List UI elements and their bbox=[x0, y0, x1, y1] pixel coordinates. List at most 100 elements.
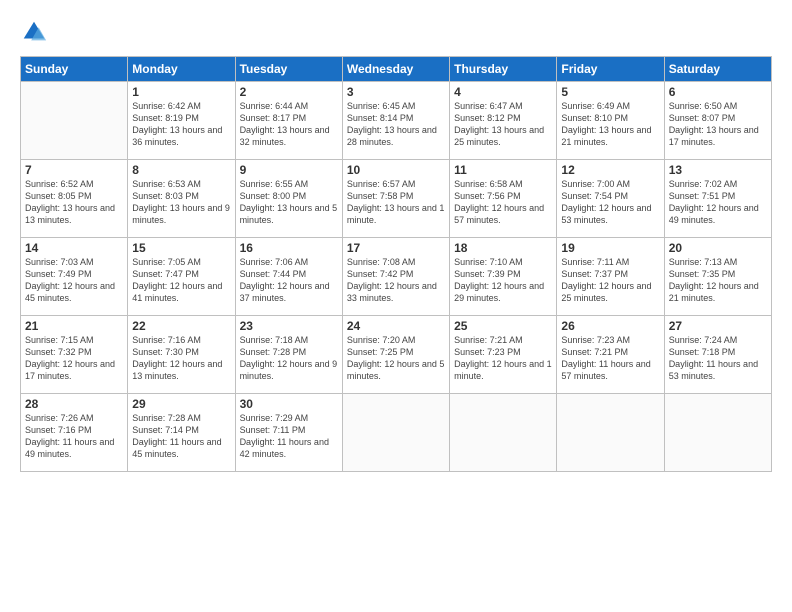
calendar-cell: 19Sunrise: 7:11 AM Sunset: 7:37 PM Dayli… bbox=[557, 238, 664, 316]
day-info: Sunrise: 7:00 AM Sunset: 7:54 PM Dayligh… bbox=[561, 178, 659, 227]
week-row-5: 28Sunrise: 7:26 AM Sunset: 7:16 PM Dayli… bbox=[21, 394, 772, 472]
calendar-cell: 16Sunrise: 7:06 AM Sunset: 7:44 PM Dayli… bbox=[235, 238, 342, 316]
day-number: 10 bbox=[347, 163, 445, 177]
day-info: Sunrise: 7:29 AM Sunset: 7:11 PM Dayligh… bbox=[240, 412, 338, 461]
day-info: Sunrise: 7:02 AM Sunset: 7:51 PM Dayligh… bbox=[669, 178, 767, 227]
day-info: Sunrise: 6:44 AM Sunset: 8:17 PM Dayligh… bbox=[240, 100, 338, 149]
day-number: 30 bbox=[240, 397, 338, 411]
day-number: 1 bbox=[132, 85, 230, 99]
calendar-cell: 14Sunrise: 7:03 AM Sunset: 7:49 PM Dayli… bbox=[21, 238, 128, 316]
week-row-2: 7Sunrise: 6:52 AM Sunset: 8:05 PM Daylig… bbox=[21, 160, 772, 238]
day-info: Sunrise: 6:57 AM Sunset: 7:58 PM Dayligh… bbox=[347, 178, 445, 227]
calendar-cell: 17Sunrise: 7:08 AM Sunset: 7:42 PM Dayli… bbox=[342, 238, 449, 316]
day-number: 19 bbox=[561, 241, 659, 255]
day-info: Sunrise: 7:21 AM Sunset: 7:23 PM Dayligh… bbox=[454, 334, 552, 383]
day-info: Sunrise: 7:03 AM Sunset: 7:49 PM Dayligh… bbox=[25, 256, 123, 305]
weekday-header-sunday: Sunday bbox=[21, 57, 128, 82]
calendar-cell: 11Sunrise: 6:58 AM Sunset: 7:56 PM Dayli… bbox=[450, 160, 557, 238]
day-number: 17 bbox=[347, 241, 445, 255]
week-row-3: 14Sunrise: 7:03 AM Sunset: 7:49 PM Dayli… bbox=[21, 238, 772, 316]
calendar-cell: 3Sunrise: 6:45 AM Sunset: 8:14 PM Daylig… bbox=[342, 82, 449, 160]
calendar-cell: 29Sunrise: 7:28 AM Sunset: 7:14 PM Dayli… bbox=[128, 394, 235, 472]
day-info: Sunrise: 7:26 AM Sunset: 7:16 PM Dayligh… bbox=[25, 412, 123, 461]
calendar-cell: 22Sunrise: 7:16 AM Sunset: 7:30 PM Dayli… bbox=[128, 316, 235, 394]
day-number: 3 bbox=[347, 85, 445, 99]
day-info: Sunrise: 6:45 AM Sunset: 8:14 PM Dayligh… bbox=[347, 100, 445, 149]
day-info: Sunrise: 6:52 AM Sunset: 8:05 PM Dayligh… bbox=[25, 178, 123, 227]
day-number: 18 bbox=[454, 241, 552, 255]
day-number: 25 bbox=[454, 319, 552, 333]
day-number: 12 bbox=[561, 163, 659, 177]
day-info: Sunrise: 7:23 AM Sunset: 7:21 PM Dayligh… bbox=[561, 334, 659, 383]
calendar-cell bbox=[557, 394, 664, 472]
calendar-cell: 15Sunrise: 7:05 AM Sunset: 7:47 PM Dayli… bbox=[128, 238, 235, 316]
calendar-cell: 26Sunrise: 7:23 AM Sunset: 7:21 PM Dayli… bbox=[557, 316, 664, 394]
calendar-cell: 21Sunrise: 7:15 AM Sunset: 7:32 PM Dayli… bbox=[21, 316, 128, 394]
day-info: Sunrise: 6:49 AM Sunset: 8:10 PM Dayligh… bbox=[561, 100, 659, 149]
calendar-cell bbox=[342, 394, 449, 472]
day-info: Sunrise: 7:24 AM Sunset: 7:18 PM Dayligh… bbox=[669, 334, 767, 383]
calendar-cell bbox=[450, 394, 557, 472]
calendar-cell: 24Sunrise: 7:20 AM Sunset: 7:25 PM Dayli… bbox=[342, 316, 449, 394]
calendar-cell: 13Sunrise: 7:02 AM Sunset: 7:51 PM Dayli… bbox=[664, 160, 771, 238]
day-number: 15 bbox=[132, 241, 230, 255]
calendar-cell: 2Sunrise: 6:44 AM Sunset: 8:17 PM Daylig… bbox=[235, 82, 342, 160]
calendar-cell: 9Sunrise: 6:55 AM Sunset: 8:00 PM Daylig… bbox=[235, 160, 342, 238]
calendar-cell: 1Sunrise: 6:42 AM Sunset: 8:19 PM Daylig… bbox=[128, 82, 235, 160]
calendar-cell: 6Sunrise: 6:50 AM Sunset: 8:07 PM Daylig… bbox=[664, 82, 771, 160]
calendar-cell: 27Sunrise: 7:24 AM Sunset: 7:18 PM Dayli… bbox=[664, 316, 771, 394]
calendar: SundayMondayTuesdayWednesdayThursdayFrid… bbox=[20, 56, 772, 472]
day-number: 23 bbox=[240, 319, 338, 333]
weekday-header-friday: Friday bbox=[557, 57, 664, 82]
day-number: 20 bbox=[669, 241, 767, 255]
day-number: 27 bbox=[669, 319, 767, 333]
day-number: 29 bbox=[132, 397, 230, 411]
day-number: 22 bbox=[132, 319, 230, 333]
day-number: 13 bbox=[669, 163, 767, 177]
page-header bbox=[20, 18, 772, 46]
day-info: Sunrise: 6:50 AM Sunset: 8:07 PM Dayligh… bbox=[669, 100, 767, 149]
day-info: Sunrise: 6:42 AM Sunset: 8:19 PM Dayligh… bbox=[132, 100, 230, 149]
day-number: 9 bbox=[240, 163, 338, 177]
day-number: 2 bbox=[240, 85, 338, 99]
calendar-cell: 7Sunrise: 6:52 AM Sunset: 8:05 PM Daylig… bbox=[21, 160, 128, 238]
weekday-header-row: SundayMondayTuesdayWednesdayThursdayFrid… bbox=[21, 57, 772, 82]
day-info: Sunrise: 7:11 AM Sunset: 7:37 PM Dayligh… bbox=[561, 256, 659, 305]
day-info: Sunrise: 7:05 AM Sunset: 7:47 PM Dayligh… bbox=[132, 256, 230, 305]
calendar-cell: 30Sunrise: 7:29 AM Sunset: 7:11 PM Dayli… bbox=[235, 394, 342, 472]
calendar-cell: 4Sunrise: 6:47 AM Sunset: 8:12 PM Daylig… bbox=[450, 82, 557, 160]
day-info: Sunrise: 6:47 AM Sunset: 8:12 PM Dayligh… bbox=[454, 100, 552, 149]
day-number: 8 bbox=[132, 163, 230, 177]
day-number: 24 bbox=[347, 319, 445, 333]
day-number: 14 bbox=[25, 241, 123, 255]
day-info: Sunrise: 7:06 AM Sunset: 7:44 PM Dayligh… bbox=[240, 256, 338, 305]
calendar-cell: 8Sunrise: 6:53 AM Sunset: 8:03 PM Daylig… bbox=[128, 160, 235, 238]
day-number: 28 bbox=[25, 397, 123, 411]
weekday-header-wednesday: Wednesday bbox=[342, 57, 449, 82]
weekday-header-saturday: Saturday bbox=[664, 57, 771, 82]
calendar-cell: 28Sunrise: 7:26 AM Sunset: 7:16 PM Dayli… bbox=[21, 394, 128, 472]
day-info: Sunrise: 7:15 AM Sunset: 7:32 PM Dayligh… bbox=[25, 334, 123, 383]
weekday-header-thursday: Thursday bbox=[450, 57, 557, 82]
day-number: 16 bbox=[240, 241, 338, 255]
day-info: Sunrise: 7:18 AM Sunset: 7:28 PM Dayligh… bbox=[240, 334, 338, 383]
day-info: Sunrise: 7:13 AM Sunset: 7:35 PM Dayligh… bbox=[669, 256, 767, 305]
day-info: Sunrise: 6:53 AM Sunset: 8:03 PM Dayligh… bbox=[132, 178, 230, 227]
day-info: Sunrise: 7:16 AM Sunset: 7:30 PM Dayligh… bbox=[132, 334, 230, 383]
day-number: 7 bbox=[25, 163, 123, 177]
logo bbox=[20, 18, 52, 46]
day-info: Sunrise: 7:08 AM Sunset: 7:42 PM Dayligh… bbox=[347, 256, 445, 305]
calendar-cell bbox=[664, 394, 771, 472]
day-info: Sunrise: 7:20 AM Sunset: 7:25 PM Dayligh… bbox=[347, 334, 445, 383]
day-info: Sunrise: 6:58 AM Sunset: 7:56 PM Dayligh… bbox=[454, 178, 552, 227]
calendar-cell: 5Sunrise: 6:49 AM Sunset: 8:10 PM Daylig… bbox=[557, 82, 664, 160]
calendar-cell bbox=[21, 82, 128, 160]
week-row-1: 1Sunrise: 6:42 AM Sunset: 8:19 PM Daylig… bbox=[21, 82, 772, 160]
day-number: 21 bbox=[25, 319, 123, 333]
day-info: Sunrise: 7:10 AM Sunset: 7:39 PM Dayligh… bbox=[454, 256, 552, 305]
day-number: 6 bbox=[669, 85, 767, 99]
logo-icon bbox=[20, 18, 48, 46]
weekday-header-tuesday: Tuesday bbox=[235, 57, 342, 82]
calendar-cell: 20Sunrise: 7:13 AM Sunset: 7:35 PM Dayli… bbox=[664, 238, 771, 316]
weekday-header-monday: Monday bbox=[128, 57, 235, 82]
